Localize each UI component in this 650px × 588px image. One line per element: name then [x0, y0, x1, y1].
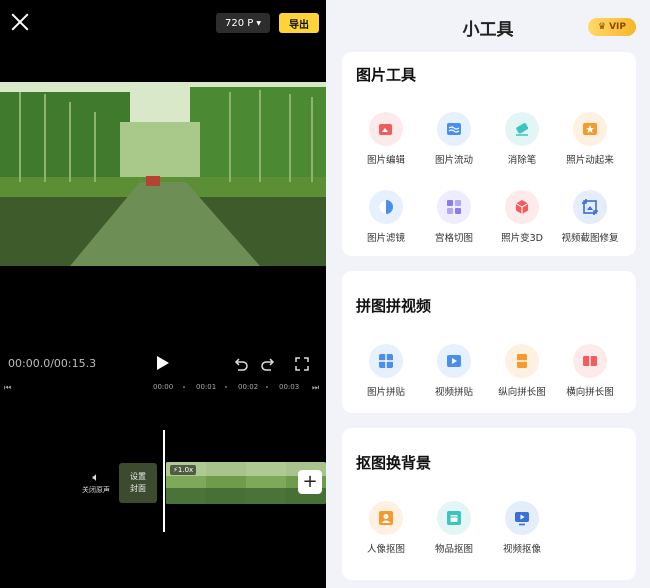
tool-label: 宫格切图 [434, 233, 473, 244]
portrait-cutout-icon [369, 501, 403, 535]
tool-label: 图片滤镜 [366, 233, 405, 244]
tools-panel: 小工具 ♛ VIP 图片工具 图片编辑 图片流动 消除笔 照片动起来 图片滤镜 … [326, 0, 650, 588]
ruler-dot [183, 386, 185, 388]
grid-cut-icon [437, 190, 471, 224]
object-cutout-icon [437, 501, 471, 535]
caret-down-icon: ▼ [256, 19, 261, 27]
tool-video-crop-repair[interactable]: 视频截图修复 [555, 190, 625, 244]
tool-object-cutout[interactable]: 物品抠图 [419, 501, 489, 555]
tool-image-filter[interactable]: 图片滤镜 [351, 190, 421, 244]
add-clip-button[interactable]: + [298, 470, 322, 494]
section-image-tools: 图片工具 图片编辑 图片流动 消除笔 照片动起来 图片滤镜 宫格切图 照片变3D… [342, 52, 636, 256]
ruler-dot [266, 386, 268, 388]
tool-label: 视频拼贴 [434, 387, 473, 398]
tool-vertical-stitch[interactable]: 纵向拼长图 [487, 344, 557, 398]
tool-label: 照片动起来 [566, 155, 614, 166]
video-editor: 720 P ▼ 导出 00:00.0/00:15.3 ⏮ 00:00 00:01… [0, 0, 326, 588]
tool-label: 消除笔 [507, 155, 537, 166]
vertical-stitch-icon [505, 344, 539, 378]
resolution-select[interactable]: 720 P ▼ [216, 13, 270, 33]
video-cutout-icon [505, 501, 539, 535]
tool-photo-animate[interactable]: 照片动起来 [555, 112, 625, 166]
video-preview [0, 82, 326, 266]
video-frame-image [0, 82, 326, 266]
timeline-ruler: ⏮ 00:00 00:01 00:02 00:03 ⏭ [0, 380, 326, 394]
skip-end-icon[interactable]: ⏭ [312, 383, 319, 393]
tool-label: 照片变3D [501, 233, 543, 244]
ruler-tick: 00:02 [238, 383, 259, 391]
horizontal-stitch-icon [573, 344, 607, 378]
speed-value: 1.0x [177, 466, 194, 474]
video-crop-icon [573, 190, 607, 224]
skip-start-icon[interactable]: ⏮ [4, 383, 11, 393]
tool-label: 物品抠图 [434, 544, 473, 555]
undo-icon[interactable] [233, 356, 249, 372]
tool-portrait-cutout[interactable]: 人像抠图 [351, 501, 421, 555]
tool-photo-3d[interactable]: 照片变3D [487, 190, 557, 244]
eraser-icon [505, 112, 539, 146]
tool-label: 人像抠图 [366, 544, 405, 555]
tool-label: 图片流动 [434, 155, 473, 166]
filter-icon [369, 190, 403, 224]
section-title: 图片工具 [356, 66, 417, 84]
tool-image-edit[interactable]: 图片编辑 [351, 112, 421, 166]
time-readout: 00:00.0/00:15.3 [8, 357, 97, 370]
playhead[interactable] [163, 430, 165, 532]
mute-original-button[interactable]: 🔈︎ 关闭原声 [78, 470, 114, 495]
tool-grid-cut[interactable]: 宫格切图 [419, 190, 489, 244]
export-button[interactable]: 导出 [279, 13, 319, 33]
vip-badge[interactable]: ♛ VIP [588, 18, 636, 36]
tool-label: 纵向拼长图 [498, 387, 546, 398]
speed-badge: ⚡︎1.0x [170, 465, 197, 475]
tool-label: 视频抠像 [502, 544, 541, 555]
section-title: 抠图换背景 [356, 454, 432, 472]
cover-label-line: 封面 [130, 484, 146, 493]
set-cover-button[interactable]: 设置 封面 [119, 463, 157, 503]
close-icon[interactable] [8, 10, 32, 34]
ruler-tick: 00:00 [153, 383, 174, 391]
image-edit-icon [369, 112, 403, 146]
photo-animate-icon [573, 112, 607, 146]
image-flow-icon [437, 112, 471, 146]
mute-label: 关闭原声 [82, 486, 110, 494]
section-cutout: 抠图换背景 人像抠图 物品抠图 视频抠像 [342, 428, 636, 580]
tool-image-collage[interactable]: 图片拼贴 [351, 344, 421, 398]
tool-video-cutout[interactable]: 视频抠像 [487, 501, 557, 555]
crown-icon: ♛ [598, 22, 607, 32]
cube-3d-icon [505, 190, 539, 224]
section-title: 拼图拼视频 [356, 297, 432, 315]
ruler-tick: 00:01 [196, 383, 217, 391]
speaker-icon: 🔈︎ [92, 470, 100, 484]
tool-label: 横向拼长图 [566, 387, 614, 398]
ruler-dot [225, 386, 227, 388]
cover-label-line: 设置 [130, 472, 146, 481]
ruler-tick: 00:03 [279, 383, 300, 391]
tool-eraser[interactable]: 消除笔 [487, 112, 557, 166]
redo-icon[interactable] [260, 356, 276, 372]
tool-video-collage[interactable]: 视频拼贴 [419, 344, 489, 398]
resolution-value: 720 P [225, 17, 254, 29]
tool-image-flow[interactable]: 图片流动 [419, 112, 489, 166]
section-collage: 拼图拼视频 图片拼贴 视频拼贴 纵向拼长图 横向拼长图 [342, 271, 636, 413]
fullscreen-icon[interactable] [294, 356, 310, 372]
image-collage-icon [369, 344, 403, 378]
tool-horizontal-stitch[interactable]: 横向拼长图 [555, 344, 625, 398]
tool-label: 图片编辑 [366, 155, 405, 166]
tool-label: 图片拼贴 [366, 387, 405, 398]
play-icon[interactable] [157, 356, 169, 370]
tool-label: 视频截图修复 [561, 233, 619, 244]
video-collage-icon [437, 344, 471, 378]
vip-label: VIP [609, 22, 626, 32]
